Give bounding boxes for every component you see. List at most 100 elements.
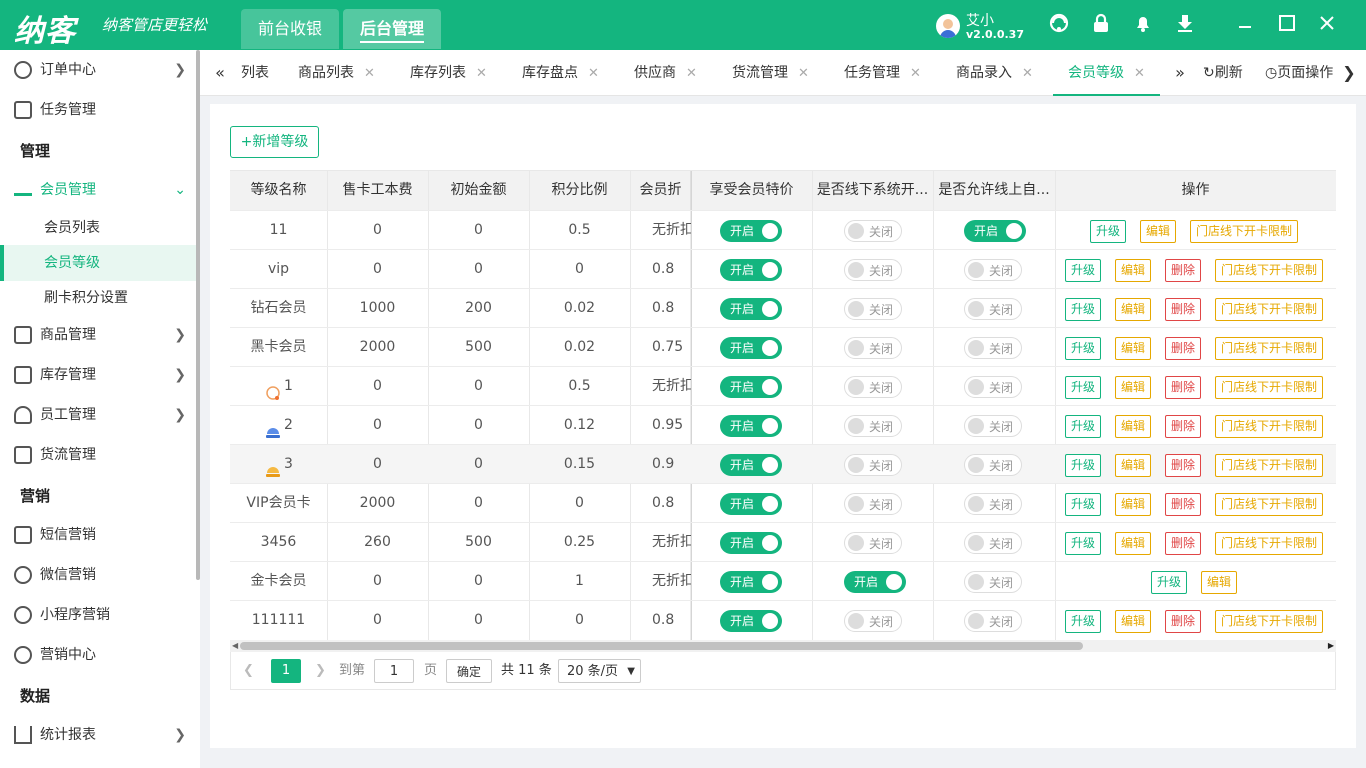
sidebar-item-marketing-center[interactable]: 营销中心 xyxy=(0,635,196,675)
upgrade-button[interactable]: 升级 xyxy=(1065,376,1101,399)
edit-button[interactable]: 编辑 xyxy=(1115,454,1151,477)
offline-card-limit-button[interactable]: 门店线下开卡限制 xyxy=(1215,454,1323,477)
upgrade-button[interactable]: 升级 xyxy=(1065,610,1101,633)
offline-open-switch[interactable]: 关闭 xyxy=(844,220,902,242)
offline-card-limit-button[interactable]: 门店线下开卡限制 xyxy=(1190,220,1298,243)
delete-button[interactable]: 删除 xyxy=(1165,415,1201,438)
goto-confirm-button[interactable]: 确定 xyxy=(446,659,492,683)
special-price-switch[interactable]: 开启 xyxy=(720,259,782,281)
edit-button[interactable]: 编辑 xyxy=(1115,298,1151,321)
close-icon[interactable]: ✕ xyxy=(798,66,809,81)
online-self-switch[interactable]: 关闭 xyxy=(964,298,1022,320)
close-icon[interactable]: ✕ xyxy=(1134,66,1145,81)
offline-card-limit-button[interactable]: 门店线下开卡限制 xyxy=(1215,376,1323,399)
online-self-switch[interactable]: 关闭 xyxy=(964,415,1022,437)
online-self-switch[interactable]: 关闭 xyxy=(964,571,1022,593)
maximize-icon[interactable] xyxy=(1274,12,1300,38)
upgrade-button[interactable]: 升级 xyxy=(1065,532,1101,555)
lock-icon[interactable] xyxy=(1088,12,1114,38)
offline-open-switch[interactable]: 开启 xyxy=(844,571,906,593)
tab-supplier[interactable]: 供应商 ✕ xyxy=(634,50,697,96)
offline-card-limit-button[interactable]: 门店线下开卡限制 xyxy=(1215,259,1323,282)
upgrade-button[interactable]: 升级 xyxy=(1151,571,1187,594)
offline-card-limit-button[interactable]: 门店线下开卡限制 xyxy=(1215,493,1323,516)
sidebar-item-goods[interactable]: 商品管理 ❯ xyxy=(0,315,196,355)
upgrade-button[interactable]: 升级 xyxy=(1065,415,1101,438)
offline-open-switch[interactable]: 关闭 xyxy=(844,454,902,476)
add-level-button[interactable]: +新增等级 xyxy=(230,126,319,158)
offline-open-switch[interactable]: 关闭 xyxy=(844,532,902,554)
goto-page-input[interactable]: 1 xyxy=(374,659,414,683)
offline-open-switch[interactable]: 关闭 xyxy=(844,493,902,515)
minimize-icon[interactable] xyxy=(1232,12,1258,38)
upgrade-button[interactable]: 升级 xyxy=(1065,337,1101,360)
upgrade-button[interactable]: 升级 xyxy=(1065,454,1101,477)
page-number-current[interactable]: 1 xyxy=(271,659,301,683)
close-icon[interactable]: ✕ xyxy=(364,66,375,81)
sidebar-sub-member-list[interactable]: 会员列表 xyxy=(0,210,196,246)
tab-back-office[interactable]: 后台管理 xyxy=(343,9,441,49)
tab-stock-list[interactable]: 库存列表 ✕ xyxy=(410,50,487,96)
offline-card-limit-button[interactable]: 门店线下开卡限制 xyxy=(1215,337,1323,360)
tab-logistics[interactable]: 货流管理 ✕ xyxy=(732,50,809,96)
offline-open-switch[interactable]: 关闭 xyxy=(844,610,902,632)
scrollbar-thumb[interactable] xyxy=(240,642,1083,650)
upgrade-button[interactable]: 升级 xyxy=(1065,298,1101,321)
online-self-switch[interactable]: 关闭 xyxy=(964,376,1022,398)
tab-stock-check[interactable]: 库存盘点 ✕ xyxy=(522,50,599,96)
offline-open-switch[interactable]: 关闭 xyxy=(844,376,902,398)
sidebar-item-member-mgmt[interactable]: 会员管理 ⌄ xyxy=(0,170,196,210)
special-price-switch[interactable]: 开启 xyxy=(720,571,782,593)
tab-front-cashier[interactable]: 前台收银 xyxy=(241,9,339,49)
delete-button[interactable]: 删除 xyxy=(1165,337,1201,360)
upgrade-button[interactable]: 升级 xyxy=(1065,493,1101,516)
close-icon[interactable]: ✕ xyxy=(910,66,921,81)
sidebar-item-reports[interactable]: 统计报表 ❯ xyxy=(0,715,196,755)
sidebar-item-staff[interactable]: 员工管理 ❯ xyxy=(0,395,196,435)
chevron-right-icon[interactable]: ❯ xyxy=(1338,50,1360,96)
online-self-switch[interactable]: 关闭 xyxy=(964,610,1022,632)
special-price-switch[interactable]: 开启 xyxy=(720,415,782,437)
upgrade-button[interactable]: 升级 xyxy=(1065,259,1101,282)
special-price-switch[interactable]: 开启 xyxy=(720,454,782,476)
scroll-right-icon[interactable]: ▶ xyxy=(1328,640,1334,652)
tab-tasks[interactable]: 任务管理 ✕ xyxy=(844,50,921,96)
online-self-switch[interactable]: 开启 xyxy=(964,220,1026,242)
page-size-select[interactable]: 20 条/页 ▼ xyxy=(558,659,641,683)
close-icon[interactable]: ✕ xyxy=(1022,66,1033,81)
special-price-switch[interactable]: 开启 xyxy=(720,610,782,632)
offline-open-switch[interactable]: 关闭 xyxy=(844,298,902,320)
sidebar-item-sms[interactable]: 短信营销 xyxy=(0,515,196,555)
delete-button[interactable]: 删除 xyxy=(1165,298,1201,321)
delete-button[interactable]: 删除 xyxy=(1165,454,1201,477)
refresh-button[interactable]: ↻刷新 xyxy=(1203,50,1243,96)
scroll-left-icon[interactable]: ◀ xyxy=(232,640,238,652)
offline-card-limit-button[interactable]: 门店线下开卡限制 xyxy=(1215,532,1323,555)
special-price-switch[interactable]: 开启 xyxy=(720,220,782,242)
offline-card-limit-button[interactable]: 门店线下开卡限制 xyxy=(1215,610,1323,633)
tab-member-level[interactable]: 会员等级 ✕ xyxy=(1053,50,1160,96)
tabs-scroll-right-icon[interactable]: » xyxy=(1165,50,1195,96)
tabs-scroll-left-icon[interactable]: « xyxy=(205,50,235,96)
close-icon[interactable]: ✕ xyxy=(686,66,697,81)
sidebar-item-wechat[interactable]: 微信营销 xyxy=(0,555,196,595)
online-self-switch[interactable]: 关闭 xyxy=(964,454,1022,476)
sidebar-item-tasks[interactable]: 任务管理 xyxy=(0,90,196,130)
bell-icon[interactable] xyxy=(1130,12,1156,38)
close-icon[interactable] xyxy=(1314,12,1340,38)
tab-goods-entry[interactable]: 商品录入 ✕ xyxy=(956,50,1033,96)
delete-button[interactable]: 删除 xyxy=(1165,532,1201,555)
offline-card-limit-button[interactable]: 门店线下开卡限制 xyxy=(1215,298,1323,321)
edit-button[interactable]: 编辑 xyxy=(1115,415,1151,438)
page-ops-button[interactable]: ◷页面操作 xyxy=(1265,50,1333,96)
edit-button[interactable]: 编辑 xyxy=(1115,337,1151,360)
close-icon[interactable]: ✕ xyxy=(476,66,487,81)
delete-button[interactable]: 删除 xyxy=(1165,610,1201,633)
sidebar-item-orders[interactable]: 订单中心 ❯ xyxy=(0,50,196,90)
next-page-icon[interactable]: ❯ xyxy=(315,659,326,683)
offline-open-switch[interactable]: 关闭 xyxy=(844,337,902,359)
edit-button[interactable]: 编辑 xyxy=(1115,493,1151,516)
sidebar-sub-card-points[interactable]: 刷卡积分设置 xyxy=(0,280,196,316)
special-price-switch[interactable]: 开启 xyxy=(720,493,782,515)
tab-list[interactable]: 列表 xyxy=(241,50,269,96)
